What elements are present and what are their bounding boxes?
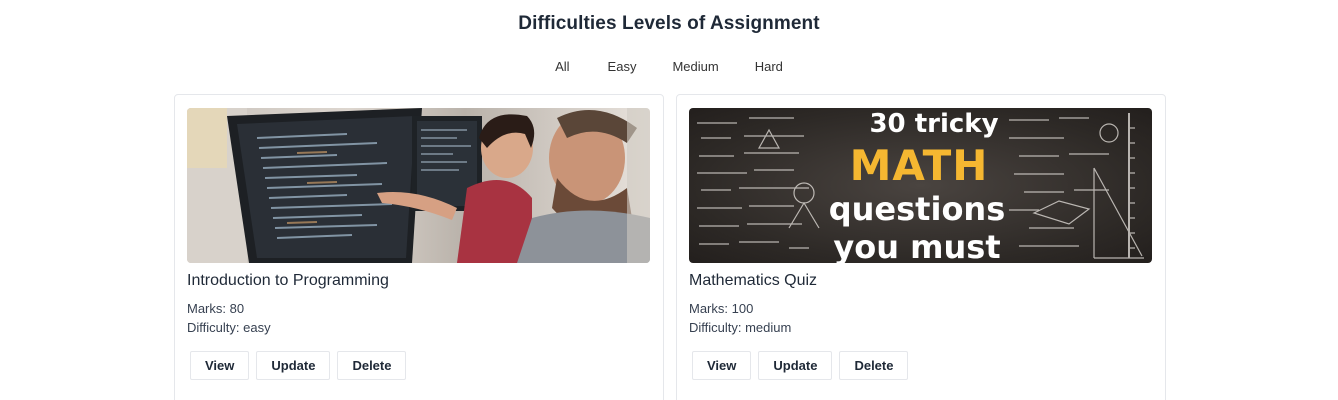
assignment-image-programming [187, 108, 650, 263]
filter-hard[interactable]: Hard [737, 59, 801, 75]
assignment-card: 30 tricky MATH questions you must Mathem… [676, 94, 1166, 400]
assignment-difficulty: Difficulty: easy [187, 320, 271, 335]
assignment-card: Introduction to Programming Marks: 80 Di… [174, 94, 664, 400]
delete-button[interactable]: Delete [839, 351, 909, 380]
difficulty-filter-tabs: All Easy Medium Hard [0, 59, 1338, 75]
math-image-text-3: questions [829, 190, 1006, 228]
assignment-image-math: 30 tricky MATH questions you must [689, 108, 1152, 263]
view-button[interactable]: View [692, 351, 752, 380]
page-title: Difficulties Levels of Assignment [518, 13, 820, 34]
math-image-text-1: 30 tricky [869, 109, 998, 139]
assignment-title: Introduction to Programming [187, 272, 389, 289]
assignment-marks: Marks: 80 [187, 301, 245, 316]
card-actions: View Update Delete [692, 351, 909, 380]
update-button[interactable]: Update [256, 351, 331, 380]
math-image-text-2: MATH [850, 141, 989, 190]
filter-easy[interactable]: Easy [590, 59, 655, 75]
delete-button[interactable]: Delete [337, 351, 407, 380]
assignment-title: Mathematics Quiz [689, 272, 818, 289]
assignment-marks: Marks: 100 [689, 301, 754, 316]
card-actions: View Update Delete [190, 351, 407, 380]
assignment-difficulty: Difficulty: medium [689, 320, 792, 335]
view-button[interactable]: View [190, 351, 250, 380]
math-image-text-4: you must [833, 228, 1000, 263]
update-button[interactable]: Update [758, 351, 833, 380]
filter-all[interactable]: All [537, 59, 589, 75]
filter-medium[interactable]: Medium [654, 59, 736, 75]
